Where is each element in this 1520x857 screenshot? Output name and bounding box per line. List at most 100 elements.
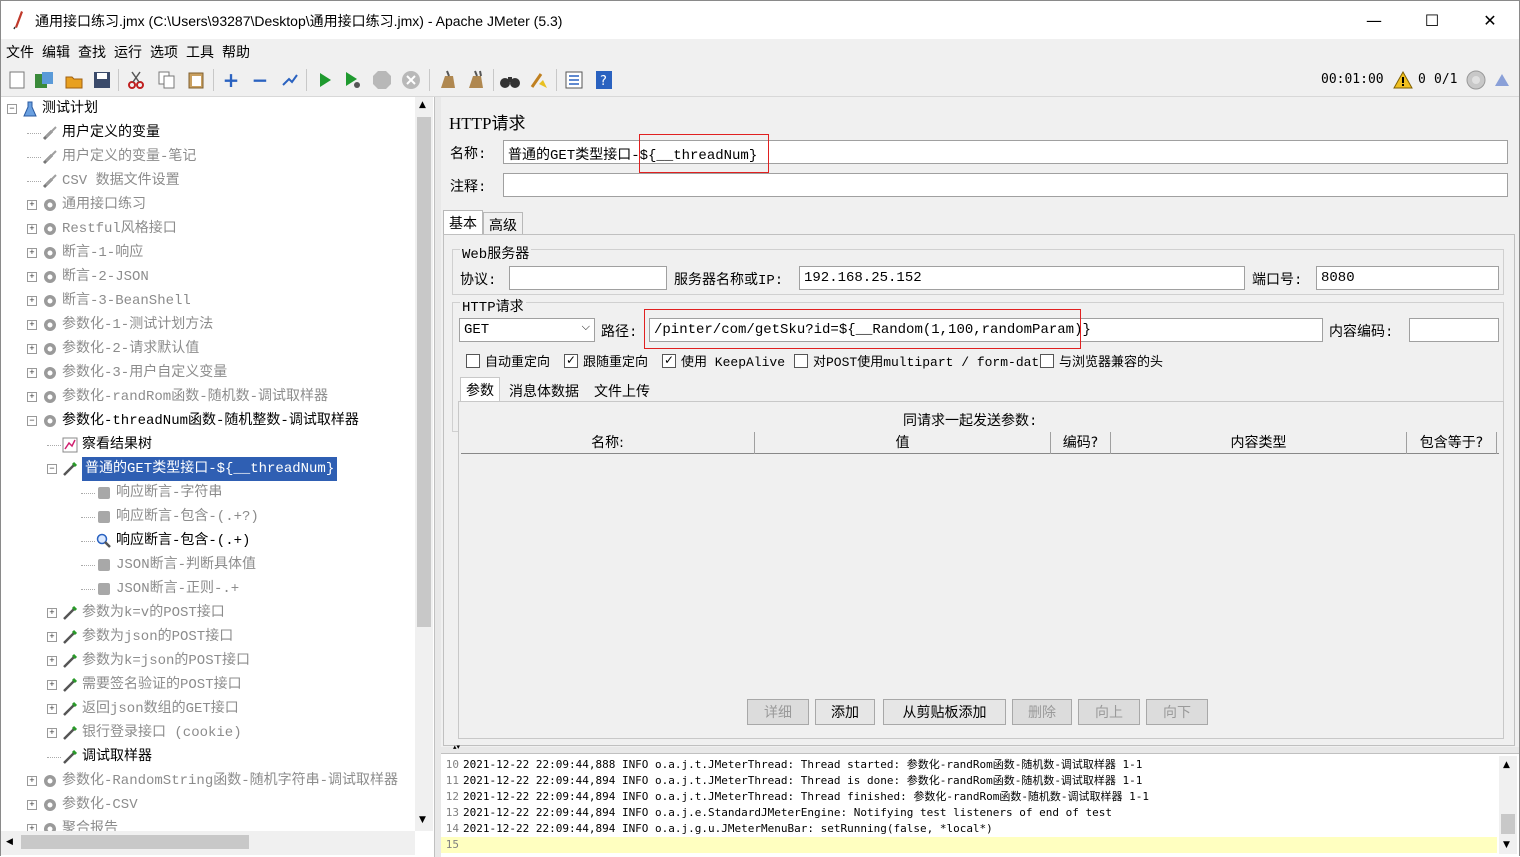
menu-tools[interactable]: 工具	[181, 39, 217, 62]
templates-icon[interactable]	[33, 69, 55, 91]
open-icon[interactable]	[63, 69, 85, 91]
parameters-table-body[interactable]	[461, 455, 1499, 685]
col-value[interactable]: 值	[755, 432, 1051, 454]
tree-node[interactable]: − 普通的GET类型接口-${__threadNum}	[47, 456, 339, 482]
copy-icon[interactable]	[156, 69, 178, 91]
tree-node[interactable]: + 参数化-2-请求默认值	[27, 337, 199, 361]
param-button[interactable]: 向下	[1146, 699, 1208, 725]
tree-node[interactable]: JSON断言-判断具体值	[81, 553, 256, 577]
expand-toggle-icon[interactable]: +	[47, 704, 57, 714]
protocol-field[interactable]	[509, 266, 667, 290]
tree-node[interactable]: + 参数为k=v的POST接口	[47, 601, 225, 625]
expand-toggle-icon[interactable]: +	[27, 320, 37, 330]
start-no-pause-icon[interactable]	[342, 69, 364, 91]
tree-node[interactable]: + 参数化-RandomString函数-随机字符串-调试取样器	[27, 769, 398, 793]
tree-node[interactable]: + 参数化-1-测试计划方法	[27, 313, 213, 337]
checkbox-box[interactable]: ✓	[564, 353, 578, 368]
expand-toggle-icon[interactable]: +	[27, 248, 37, 258]
encoding-field[interactable]	[1409, 318, 1499, 342]
clear-all-icon[interactable]	[466, 69, 488, 91]
shutdown-icon[interactable]	[400, 69, 422, 91]
tree-node[interactable]: + 断言-1-响应	[27, 241, 143, 265]
expand-toggle-icon[interactable]: +	[27, 776, 37, 786]
tree-node[interactable]: + 断言-2-JSON	[27, 265, 149, 289]
option-checkbox[interactable]: 对POST使用multipart / form-data	[794, 351, 1047, 370]
tree-node[interactable]: + Restful风格接口	[27, 217, 177, 241]
expand-toggle-icon[interactable]: +	[27, 272, 37, 282]
tree-node[interactable]: + 通用接口练习	[27, 193, 146, 217]
menu-options[interactable]: 选项	[145, 39, 181, 62]
scroll-thumb[interactable]	[417, 117, 431, 627]
option-checkbox[interactable]: 与浏览器兼容的头	[1040, 351, 1163, 370]
expand-toggle-icon[interactable]: +	[27, 800, 37, 810]
tree-node[interactable]: 用户定义的变量-笔记	[27, 145, 196, 169]
param-button[interactable]: 从剪贴板添加	[883, 699, 1006, 725]
comment-field[interactable]	[503, 173, 1508, 197]
tree-node[interactable]: + 聚合报告	[27, 817, 118, 831]
tree-node[interactable]: − 测试计划	[7, 97, 98, 121]
scroll-left-icon[interactable]: ◀	[6, 837, 13, 847]
paste-icon[interactable]	[185, 69, 207, 91]
toggle-icon[interactable]	[279, 69, 301, 91]
tree-node[interactable]: + 参数为k=json的POST接口	[47, 649, 250, 673]
expand-toggle-icon[interactable]: +	[47, 656, 57, 666]
tree-node[interactable]: + 参数化-randRom函数-随机数-调试取样器	[27, 385, 328, 409]
maximize-button[interactable]: ☐	[1403, 1, 1461, 39]
option-checkbox[interactable]: ✓ 跟随重定向	[564, 351, 648, 370]
port-field[interactable]: 8080	[1316, 266, 1499, 290]
tree-node[interactable]: + 返回json数组的GET接口	[47, 697, 239, 721]
menu-search[interactable]: 查找	[73, 39, 109, 62]
expand-toggle-icon[interactable]: +	[47, 608, 57, 618]
function-helper-icon[interactable]	[563, 69, 585, 91]
collapse-toggle-icon[interactable]: −	[27, 416, 37, 426]
tree-node[interactable]: 响应断言-字符串	[81, 481, 222, 505]
tree-node[interactable]: CSV 数据文件设置	[27, 169, 180, 193]
minimize-button[interactable]: —	[1345, 1, 1403, 39]
expand-toggle-icon[interactable]: +	[27, 344, 37, 354]
menu-run[interactable]: 运行	[109, 39, 145, 62]
tree-node[interactable]: + 断言-3-BeanShell	[27, 289, 191, 313]
param-button[interactable]: 向上	[1078, 699, 1140, 725]
expand-toggle-icon[interactable]: +	[47, 680, 57, 690]
menu-edit[interactable]: 编辑	[37, 39, 73, 62]
start-icon[interactable]	[314, 69, 336, 91]
collapse-toggle-icon[interactable]: −	[7, 104, 17, 114]
collapse-arrows-icon[interactable]: ▴▾	[453, 743, 460, 751]
checkbox-box[interactable]	[794, 353, 808, 368]
tree-node[interactable]: − 参数化-threadNum函数-随机整数-调试取样器	[27, 409, 359, 433]
tree-node[interactable]: JSON断言-正则-.+	[81, 577, 239, 601]
menu-file[interactable]: 文件	[1, 39, 37, 62]
col-name[interactable]: 名称:	[461, 432, 755, 454]
scroll-down-icon[interactable]: ▼	[419, 815, 426, 825]
checkbox-box[interactable]: ✓	[662, 353, 676, 368]
log-scroll-down-icon[interactable]: ▼	[1503, 840, 1510, 850]
subtab-files-upload[interactable]: 文件上传	[589, 379, 655, 403]
tree-node[interactable]: 用户定义的变量	[27, 121, 160, 145]
option-checkbox[interactable]: 自动重定向	[466, 351, 550, 370]
collapse-icon[interactable]: −	[249, 68, 271, 92]
option-checkbox[interactable]: ✓ 使用 KeepAlive	[662, 351, 785, 370]
col-encode[interactable]: 编码?	[1051, 432, 1111, 454]
new-icon[interactable]	[6, 69, 28, 91]
col-include-equals[interactable]: 包含等于?	[1407, 432, 1497, 454]
expand-toggle-icon[interactable]: +	[27, 200, 37, 210]
checkbox-box[interactable]	[466, 353, 480, 368]
tree-node[interactable]: + 参数化-3-用户自定义变量	[27, 361, 227, 385]
tree-node[interactable]: 察看结果树	[47, 433, 152, 457]
collapse-toggle-icon[interactable]: −	[47, 464, 57, 474]
expand-toggle-icon[interactable]: +	[47, 728, 57, 738]
tree-node[interactable]: 调试取样器	[47, 745, 152, 769]
tree-node[interactable]: 响应断言-包含-(.+?)	[81, 505, 259, 529]
help-icon[interactable]: ?	[593, 69, 615, 91]
tree-horizontal-scrollbar[interactable]: ◀	[1, 831, 415, 855]
log-scroll-thumb[interactable]	[1501, 814, 1515, 834]
expand-toggle-icon[interactable]: +	[27, 368, 37, 378]
server-field[interactable]: 192.168.25.152	[799, 266, 1245, 290]
binoculars-icon[interactable]	[499, 69, 521, 91]
param-button[interactable]: 详细	[747, 699, 809, 725]
expand-toggle-icon[interactable]: +	[27, 392, 37, 402]
tree-node[interactable]: + 需要签名验证的POST接口	[47, 673, 242, 697]
expand-toggle-icon[interactable]: +	[27, 824, 37, 831]
tree-node[interactable]: + 银行登录接口 (cookie)	[47, 721, 242, 745]
checkbox-box[interactable]	[1040, 353, 1054, 368]
